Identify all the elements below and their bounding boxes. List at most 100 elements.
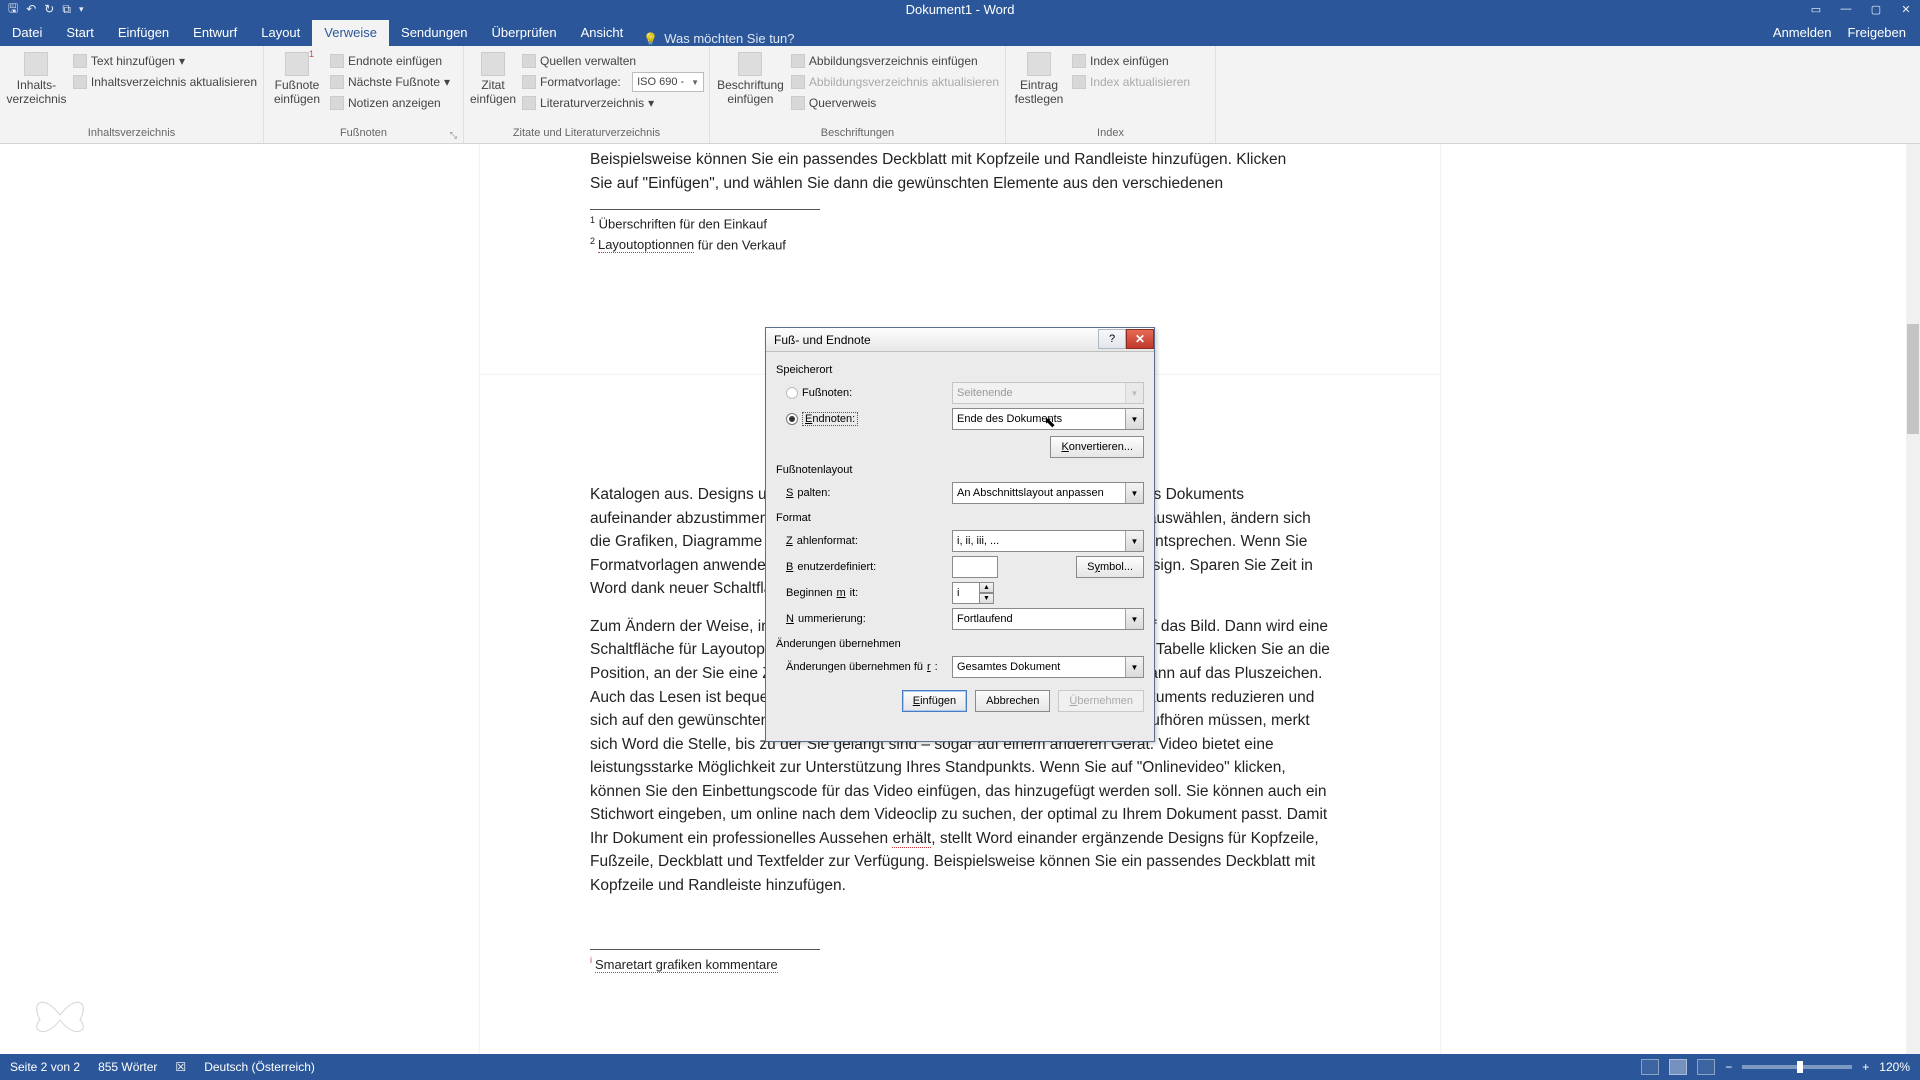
- footnote-separator: [590, 209, 820, 210]
- start-at-label: Beginnen mit:: [776, 587, 944, 599]
- quick-access-toolbar: 🖫 ↶ ↻ ⧉ ▾: [0, 0, 83, 20]
- show-notes-label: Notizen anzeigen: [348, 96, 441, 110]
- bibliography-label: Literaturverzeichnis: [540, 96, 644, 110]
- next-footnote-button[interactable]: Nächste Fußnote ▾: [330, 73, 450, 91]
- apply-to-combo[interactable]: Gesamtes Dokument▼: [952, 656, 1144, 678]
- save-icon[interactable]: 🖫: [8, 0, 18, 20]
- footnote-text: für den Verkauf: [694, 237, 786, 252]
- footnote-1: 1 Überschriften für den Einkauf: [590, 214, 1330, 235]
- footnote-2: 2 Layoutoptionnen für den Verkauf: [590, 235, 1330, 256]
- tab-datei[interactable]: Datei: [0, 20, 54, 46]
- update-toc-button[interactable]: Inhaltsverzeichnis aktualisieren: [73, 73, 257, 91]
- page-indicator[interactable]: Seite 2 von 2: [10, 1060, 80, 1074]
- proofing-icon[interactable]: ☒: [175, 1060, 186, 1074]
- tab-entwurf[interactable]: Entwurf: [181, 20, 249, 46]
- footnote-ref: 2: [590, 236, 595, 246]
- dialog-help-icon[interactable]: ?: [1098, 329, 1126, 349]
- start-at-input[interactable]: [952, 582, 980, 604]
- radio-footnotes-label[interactable]: Fußnoten:: [802, 387, 852, 399]
- show-notes-button[interactable]: Notizen anzeigen: [330, 94, 450, 112]
- citation-icon: [481, 52, 505, 76]
- read-mode-icon[interactable]: [1641, 1059, 1659, 1075]
- tab-einfuegen[interactable]: Einfügen: [106, 20, 181, 46]
- close-icon[interactable]: ✕: [1892, 3, 1920, 16]
- dialog-title: Fuß- und Endnote: [774, 333, 871, 347]
- bibliography-button[interactable]: Literaturverzeichnis ▾: [522, 94, 704, 112]
- insert-button[interactable]: Einfügen: [902, 690, 967, 712]
- style-select[interactable]: ISO 690 -▼: [632, 72, 704, 92]
- convert-button[interactable]: Konvertieren...: [1050, 436, 1144, 458]
- bulb-icon: 💡: [643, 32, 658, 46]
- tab-verweise[interactable]: Verweise: [312, 20, 389, 46]
- add-text-button[interactable]: Text hinzufügen ▾: [73, 52, 257, 70]
- zoom-slider[interactable]: [1742, 1065, 1852, 1069]
- tab-sendungen[interactable]: Sendungen: [389, 20, 480, 46]
- update-figures-icon: [791, 75, 805, 89]
- group-label-toc: Inhaltsverzeichnis: [6, 127, 257, 143]
- redo-icon[interactable]: ↻: [44, 2, 54, 16]
- insert-figures-button[interactable]: Abbildungsverzeichnis einfügen: [791, 52, 999, 70]
- start-at-spinner[interactable]: ▲▼: [952, 582, 994, 604]
- insert-footnote-button[interactable]: 1Fußnote einfügen: [270, 50, 324, 106]
- radio-endnotes[interactable]: [786, 413, 798, 425]
- word-count[interactable]: 855 Wörter: [98, 1060, 157, 1074]
- body-text: Beispielsweise können Sie ein passendes …: [590, 148, 1330, 195]
- combo-value: i, ii, iii, ...: [957, 535, 999, 547]
- insert-endnote-button[interactable]: Endnote einfügen: [330, 52, 450, 70]
- mark-entry-button[interactable]: Eintrag festlegen: [1012, 50, 1066, 106]
- spin-up-icon[interactable]: ▲: [980, 582, 994, 593]
- undo-icon[interactable]: ↶: [26, 2, 36, 16]
- apply-to-label: Änderungen übernehmen für:: [776, 661, 944, 673]
- share-button[interactable]: Freigeben: [1847, 25, 1906, 40]
- tell-me-box[interactable]: 💡 Was möchten Sie tun?: [643, 31, 794, 46]
- dialog-close-icon[interactable]: ✕: [1126, 329, 1154, 349]
- symbol-button[interactable]: Symbol...: [1076, 556, 1144, 578]
- tab-layout[interactable]: Layout: [249, 20, 312, 46]
- insert-index-button[interactable]: Index einfügen: [1072, 52, 1190, 70]
- zoom-out-icon[interactable]: −: [1725, 1060, 1732, 1074]
- style-icon: [522, 75, 536, 89]
- group-label-index: Index: [1012, 127, 1209, 143]
- custom-mark-label: Benutzerdefiniert:: [776, 561, 944, 573]
- web-layout-icon[interactable]: [1697, 1059, 1715, 1075]
- tab-start[interactable]: Start: [54, 20, 105, 46]
- custom-mark-input[interactable]: [952, 556, 998, 578]
- crossref-button[interactable]: Querverweis: [791, 94, 999, 112]
- zoom-in-icon[interactable]: +: [1862, 1060, 1869, 1074]
- numbering-combo[interactable]: Fortlaufend▼: [952, 608, 1144, 630]
- minimize-icon[interactable]: —: [1832, 3, 1860, 16]
- radio-endnotes-label[interactable]: EEndnoten:ndnoten:: [802, 412, 858, 426]
- endnote-text: Smaretart grafiken kommentare: [595, 957, 778, 973]
- maximize-icon[interactable]: ▢: [1862, 3, 1890, 16]
- manage-sources-button[interactable]: Quellen verwalten: [522, 52, 704, 70]
- touch-icon[interactable]: ⧉: [62, 2, 71, 17]
- vertical-scrollbar[interactable]: [1906, 144, 1920, 1054]
- language-indicator[interactable]: Deutsch (Österreich): [204, 1060, 315, 1074]
- insert-index-label: Index einfügen: [1090, 54, 1169, 68]
- spin-down-icon[interactable]: ▼: [980, 593, 994, 604]
- tell-me-label: Was möchten Sie tun?: [664, 31, 794, 46]
- insert-citation-button[interactable]: Zitat einfügen: [470, 50, 516, 106]
- toc-button[interactable]: Inhalts- verzeichnis: [6, 50, 67, 106]
- columns-combo[interactable]: An Abschnittslayout anpassen▼: [952, 482, 1144, 504]
- dialog-titlebar[interactable]: Fuß- und Endnote ? ✕: [766, 328, 1154, 352]
- signin-link[interactable]: Anmelden: [1773, 25, 1832, 40]
- scrollbar-thumb[interactable]: [1907, 324, 1919, 434]
- footnotes-launcher-icon[interactable]: ⤡: [450, 130, 457, 141]
- radio-footnotes[interactable]: [786, 387, 798, 399]
- ribbon-options-icon[interactable]: ▭: [1802, 3, 1830, 16]
- zoom-knob[interactable]: [1797, 1061, 1803, 1073]
- insert-caption-button[interactable]: Beschriftung einfügen: [716, 50, 785, 106]
- zoom-level[interactable]: 120%: [1879, 1060, 1910, 1074]
- titlebar: 🖫 ↶ ↻ ⧉ ▾ Dokument1 - Word ▭ — ▢ ✕: [0, 0, 1920, 18]
- qat-more-icon[interactable]: ▾: [79, 4, 84, 15]
- insert-index-icon: [1072, 54, 1086, 68]
- print-layout-icon[interactable]: [1669, 1059, 1687, 1075]
- footnote-endnote-dialog: Fuß- und Endnote ? ✕ Speicherort Fußnote…: [765, 327, 1155, 742]
- figures-icon: [791, 54, 805, 68]
- style-combo[interactable]: Formatvorlage: ISO 690 -▼: [522, 73, 704, 91]
- tab-ansicht[interactable]: Ansicht: [569, 20, 636, 46]
- number-format-combo[interactable]: i, ii, iii, ...▼: [952, 530, 1144, 552]
- tab-ueberpruefen[interactable]: Überprüfen: [480, 20, 569, 46]
- cancel-button[interactable]: Abbrechen: [975, 690, 1050, 712]
